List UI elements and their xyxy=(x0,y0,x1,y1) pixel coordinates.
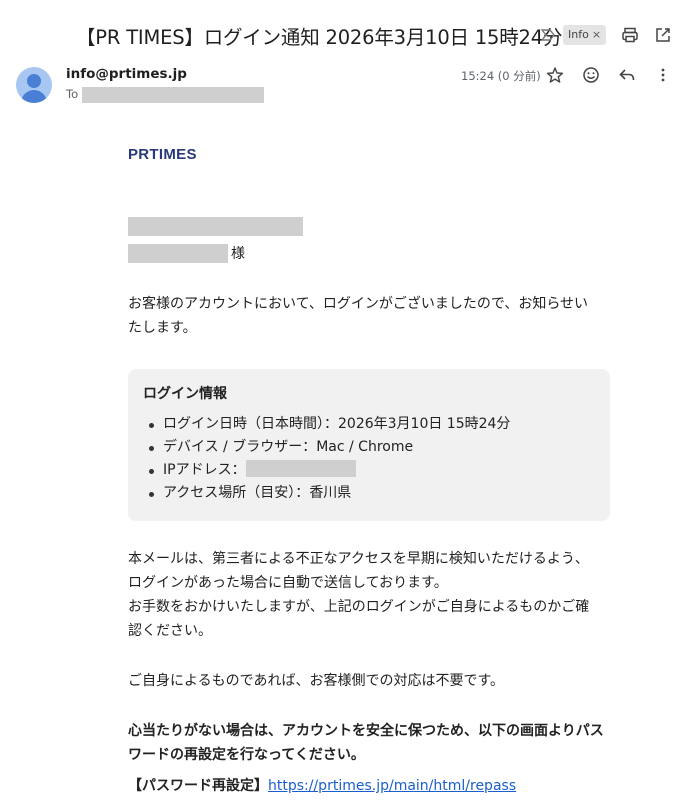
more-vert-icon[interactable] xyxy=(654,66,672,84)
emoji-icon[interactable] xyxy=(582,66,600,84)
info-label: ログイン日時（日本時間）： xyxy=(163,416,338,432)
password-reset-row: 【パスワード再設定】https://prtimes.jp/main/html/r… xyxy=(128,774,516,798)
info-item-device: デバイス / ブラウザー：Mac / Chrome xyxy=(143,436,510,459)
info-label: アクセス場所（目安）： xyxy=(163,485,310,501)
sender-row: info@prtimes.jp To 15:24 (0 分前) xyxy=(0,64,692,109)
notice-line-1: 本メールは、第三者による不正なアクセスを早期に検知いただけるよう、 xyxy=(128,551,589,567)
sender-email[interactable]: info@prtimes.jp xyxy=(66,66,187,82)
avatar-head xyxy=(27,74,41,88)
info-label: デバイス / ブラウザー： xyxy=(163,439,317,455)
recipient-label: To xyxy=(66,87,79,101)
info-item-location: アクセス場所（目安）：香川県 xyxy=(143,482,510,505)
login-info-box: ログイン情報 ログイン日時（日本時間）：2026年3月10日 15時24分 デバ… xyxy=(128,369,610,521)
label-chip-text: Info xyxy=(568,28,589,41)
notice-line-2: ログインがあった場合に自動で送信しております。 xyxy=(128,575,448,591)
info-item-login-time: ログイン日時（日本時間）：2026年3月10日 15時24分 xyxy=(143,413,510,436)
company-name-redacted xyxy=(128,217,303,236)
salutation-suffix: 様 xyxy=(231,246,245,262)
open-in-new-window-icon[interactable] xyxy=(654,26,672,44)
notice-line-4: 認ください。 xyxy=(128,623,212,639)
no-action-text: ご自身によるものであれば、お客様側での対応は不要です。 xyxy=(128,673,505,689)
prtimes-logo: PRTIMES xyxy=(128,146,197,163)
email-subject: 【PR TIMES】ログイン通知 2026年3月10日 15時24分 xyxy=(76,26,563,49)
star-icon[interactable] xyxy=(546,66,564,84)
warning-line-2: ワードの再設定を行なってください。 xyxy=(128,747,365,763)
remove-label-icon[interactable]: × xyxy=(592,28,601,41)
subject-row: 【PR TIMES】ログイン通知 2026年3月10日 15時24分 Info × xyxy=(0,20,692,52)
recipient-name-redacted xyxy=(128,244,228,263)
intro-line-2: たします。 xyxy=(128,320,197,336)
label-chip[interactable]: Info × xyxy=(563,25,607,45)
intro-line-1: お客様のアカウントにおいて、ログインがございましたので、お知らせい xyxy=(128,296,589,312)
info-item-ip: IPアドレス： xyxy=(143,459,510,482)
avatar-body xyxy=(21,90,47,103)
message-time: 15:24 (0 分前) xyxy=(461,69,541,83)
recipient-redacted xyxy=(82,87,264,103)
avatar xyxy=(16,67,52,103)
login-info-title: ログイン情報 xyxy=(143,386,227,402)
info-value: 香川県 xyxy=(309,485,352,501)
password-reset-label: 【パスワード再設定】 xyxy=(128,778,268,794)
notice-line-3: お手数をおかけいたしますが、上記のログインがご自身によるものかご確 xyxy=(128,599,590,615)
reply-icon[interactable] xyxy=(618,66,636,84)
info-label: IPアドレス： xyxy=(163,462,246,478)
login-info-list: ログイン日時（日本時間）：2026年3月10日 15時24分 デバイス / ブラ… xyxy=(143,413,510,505)
password-reset-link[interactable]: https://prtimes.jp/main/html/repass xyxy=(268,778,516,794)
info-value: Mac / Chrome xyxy=(316,439,414,455)
importance-marker-icon[interactable] xyxy=(540,27,556,43)
warning-line-1: 心当たりがない場合は、アカウントを安全に保つため、以下の画面よりパス xyxy=(128,723,604,739)
print-icon[interactable] xyxy=(621,26,639,44)
info-value: 2026年3月10日 15時24分 xyxy=(338,416,511,432)
ip-redacted xyxy=(245,460,356,477)
